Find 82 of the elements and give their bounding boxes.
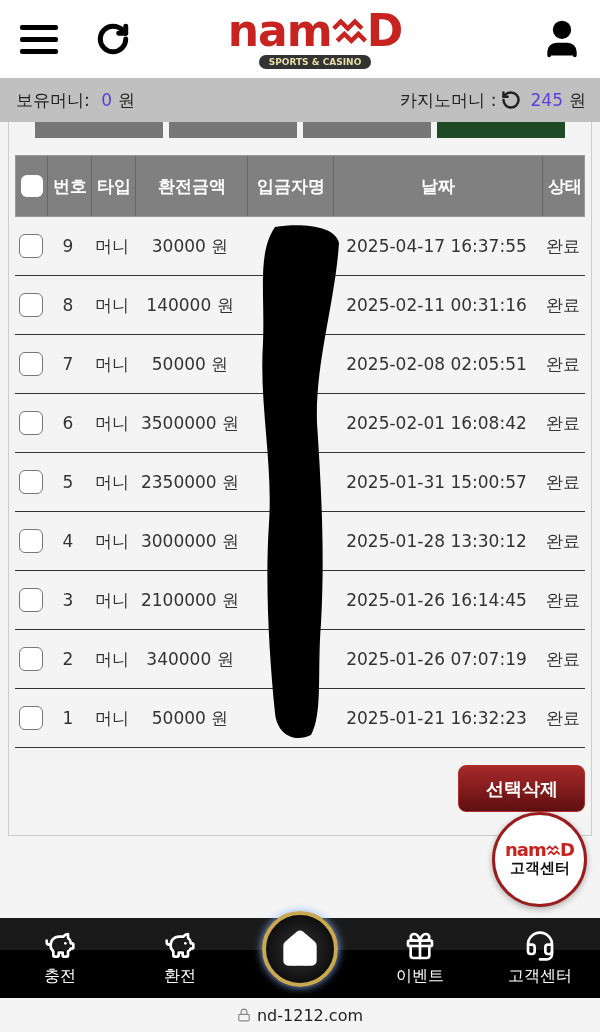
column-header: 타입 bbox=[91, 156, 135, 216]
table-cell-text: 3500000 원 bbox=[139, 411, 241, 435]
home-button[interactable] bbox=[262, 911, 338, 987]
table-cell-text: 2 bbox=[61, 648, 75, 671]
row-checkbox[interactable] bbox=[18, 352, 43, 376]
table-cell-text: 2025-04-17 16:37:55 bbox=[345, 235, 528, 258]
table-cell-text: 완료 bbox=[545, 588, 581, 612]
table-cell-text: 머니 bbox=[94, 529, 130, 553]
logo: nam D bbox=[504, 841, 575, 859]
table-cell-text: 2025-01-26 16:14:45 bbox=[345, 589, 528, 612]
column-header: 번호 bbox=[47, 156, 91, 216]
refresh-icon[interactable] bbox=[96, 22, 130, 56]
table-cell-text: 머니 bbox=[94, 706, 130, 730]
table-cell-text: 340000 원 bbox=[145, 647, 235, 671]
nav-label[interactable]: 고객센터 bbox=[508, 965, 572, 987]
support-badge[interactable]: nam D 고객센터 bbox=[492, 812, 587, 907]
table-cell-text: 머니 bbox=[94, 293, 130, 317]
table-cell-text: 9 bbox=[61, 235, 75, 258]
table-cell-text: 3000000 원 bbox=[139, 529, 241, 553]
row-checkbox[interactable] bbox=[18, 529, 43, 553]
table-cell-text: 머니 bbox=[94, 647, 130, 671]
table-cell-text: 완료 bbox=[545, 352, 581, 376]
column-header: 날짜 bbox=[333, 156, 542, 216]
column-header: 입금자명 bbox=[247, 156, 333, 216]
table-cell-text: 6 bbox=[61, 412, 75, 435]
row-checkbox[interactable] bbox=[18, 588, 43, 612]
casino-money-label: 카지노머니 : bbox=[400, 88, 497, 112]
table-cell-text: 2025-02-11 00:31:16 bbox=[345, 294, 528, 317]
table-cell-text: 8 bbox=[61, 294, 75, 317]
table-cell-text: 1 bbox=[61, 707, 75, 730]
row-checkbox[interactable] bbox=[18, 470, 43, 494]
table-cell-text: 5 bbox=[61, 471, 75, 494]
table-cell-text: 2025-02-01 16:08:42 bbox=[345, 412, 528, 435]
nav-label[interactable]: 이벤트 bbox=[396, 965, 444, 987]
table-cell-text: 2025-01-28 13:30:12 bbox=[345, 530, 528, 553]
logo-tagline: SPORTS & CASINO bbox=[258, 55, 372, 69]
row-checkbox[interactable] bbox=[18, 234, 43, 258]
table-cell-text: 완료 bbox=[545, 411, 581, 435]
house-icon[interactable] bbox=[280, 929, 320, 969]
badge-label: 고객센터 bbox=[509, 859, 570, 878]
table-cell-text: 머니 bbox=[94, 234, 130, 258]
table-cell-text: 4 bbox=[61, 530, 75, 553]
held-money: 보유머니: 0 원 bbox=[16, 88, 135, 112]
table-cell-text: 완료 bbox=[545, 529, 581, 553]
table-cell-text: 50000 원 bbox=[150, 352, 230, 376]
table-cell-text: 7 bbox=[61, 353, 75, 376]
table-cell-text: 완료 bbox=[545, 293, 581, 317]
table-cell-text: 50000 원 bbox=[150, 706, 230, 730]
table-cell-text: 머니 bbox=[94, 470, 130, 494]
row-checkbox[interactable] bbox=[18, 706, 43, 730]
row-checkbox[interactable] bbox=[18, 647, 43, 671]
table-cell-text: 완료 bbox=[545, 647, 581, 671]
row-checkbox[interactable] bbox=[18, 293, 43, 317]
table-cell-text: 머니 bbox=[94, 411, 130, 435]
headset-icon[interactable] bbox=[524, 929, 556, 962]
delete-selected-button[interactable]: 선택삭제 bbox=[458, 765, 585, 812]
table-cell-text: 2350000 원 bbox=[139, 470, 241, 494]
casino-money-value: 245 원 bbox=[529, 88, 586, 112]
table-cell-text: 30000 원 bbox=[150, 234, 230, 258]
table-cell-text: 2100000 원 bbox=[139, 588, 241, 612]
table-cell-text: 완료 bbox=[545, 234, 581, 258]
table-cell-text: 2025-01-31 15:00:57 bbox=[345, 471, 528, 494]
url-text[interactable]: nd-1212.com bbox=[256, 1005, 363, 1025]
table-cell-text: 2025-02-08 02:05:51 bbox=[345, 353, 528, 376]
refresh-icon[interactable] bbox=[500, 90, 521, 110]
menu-icon[interactable] bbox=[20, 23, 58, 55]
column-header: 환전금액 bbox=[135, 156, 247, 216]
table-cell-text: 140000 원 bbox=[145, 293, 235, 317]
lock-icon bbox=[236, 1008, 251, 1022]
row-checkbox[interactable] bbox=[18, 411, 43, 435]
table-cell-text: 완료 bbox=[545, 706, 581, 730]
table-cell-text: 완료 bbox=[545, 470, 581, 494]
table-cell-text: 머니 bbox=[94, 588, 130, 612]
column-header: 상태 bbox=[542, 156, 586, 216]
select-all-checkbox[interactable] bbox=[20, 175, 43, 197]
table-cell-text: 2025-01-21 16:32:23 bbox=[345, 707, 528, 730]
nav-label[interactable]: 환전 bbox=[164, 965, 196, 987]
nav-label[interactable]: 충전 bbox=[44, 965, 76, 987]
table-cell-text: 3 bbox=[61, 589, 75, 612]
table-cell-text: 2025-01-26 07:07:19 bbox=[345, 648, 528, 671]
table-cell-text: 머니 bbox=[94, 352, 130, 376]
logo: nam D bbox=[227, 9, 403, 53]
